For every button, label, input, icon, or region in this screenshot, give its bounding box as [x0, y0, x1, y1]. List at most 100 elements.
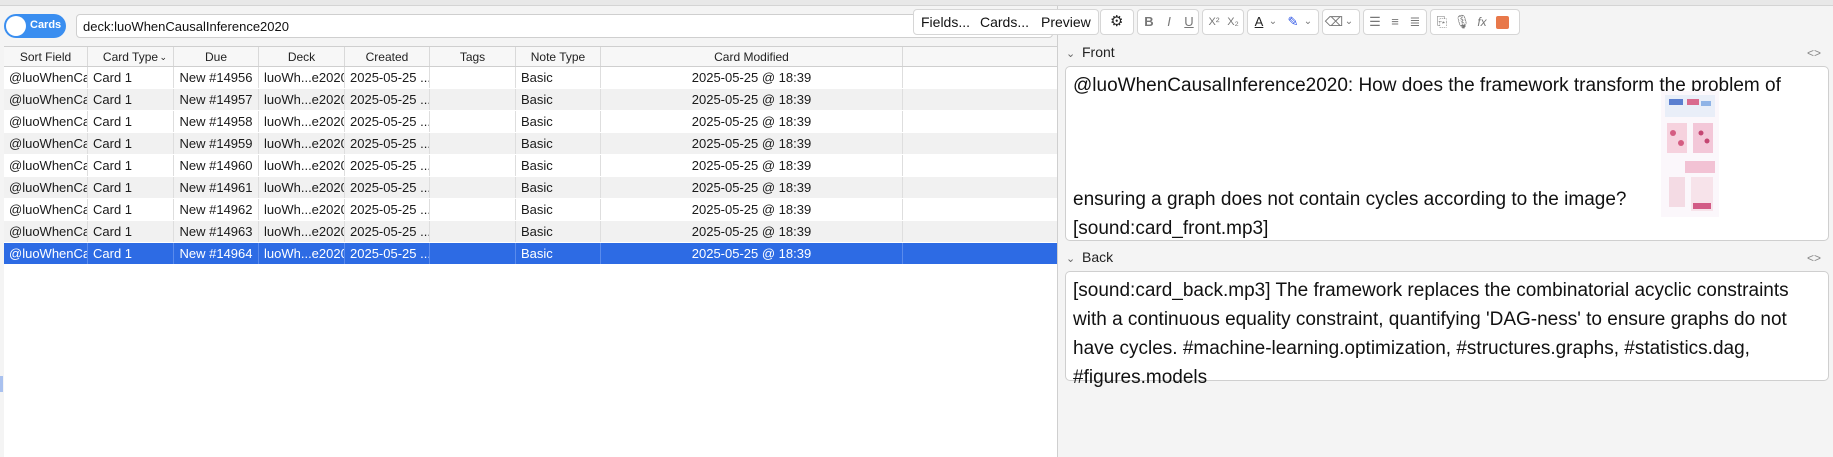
column-due[interactable]: Due — [174, 47, 259, 66]
highlight-chevron-icon[interactable]: ⌄ — [1302, 9, 1314, 35]
cell-tags — [430, 199, 516, 220]
figure-thumbnail-image[interactable] — [1661, 91, 1719, 217]
table-row[interactable]: @luoWhenCa...Card 1New #14961luoWh...e20… — [4, 177, 1057, 199]
bold-icon[interactable]: B — [1138, 9, 1160, 35]
cell-note-type: Basic — [516, 221, 601, 242]
cell-tags — [430, 89, 516, 110]
cell-card-modified: 2025-05-25 @ 18:39 — [601, 243, 903, 264]
preview-button[interactable]: Preview — [1034, 9, 1099, 35]
cell-due: New #14958 — [174, 111, 259, 132]
cell-created: 2025-05-25 ... — [345, 67, 430, 88]
front-field-header[interactable]: ⌄ Front — [1066, 44, 1115, 60]
cell-tags — [430, 155, 516, 176]
cell-tags — [430, 221, 516, 242]
column-deck[interactable]: Deck — [259, 47, 345, 66]
cell-card-modified: 2025-05-25 @ 18:39 — [601, 177, 903, 198]
back-field-header[interactable]: ⌄ Back — [1066, 249, 1113, 265]
column-card-modified[interactable]: Card Modified — [601, 47, 903, 66]
fields-button[interactable]: Fields... — [913, 9, 979, 35]
cell-card-type: Card 1 — [88, 67, 174, 88]
cell-due: New #14964 — [174, 243, 259, 264]
cards-notes-toggle[interactable]: Cards — [4, 14, 66, 38]
cell-created: 2025-05-25 ... — [345, 133, 430, 154]
cell-sort-field: @luoWhenCa... — [4, 221, 88, 242]
cell-created: 2025-05-25 ... — [345, 243, 430, 264]
highlight-icon[interactable]: ✎ — [1282, 9, 1304, 35]
back-field-editor[interactable]: [sound:card_back.mp3] The framework repl… — [1065, 271, 1829, 388]
cell-due: New #14957 — [174, 89, 259, 110]
cell-card-modified: 2025-05-25 @ 18:39 — [601, 199, 903, 220]
eraser-chevron-icon[interactable]: ⌄ — [1343, 9, 1355, 35]
numbered-list-icon[interactable]: ≡ — [1384, 9, 1406, 35]
cell-sort-field: @luoWhenCa... — [4, 67, 88, 88]
back-text: [sound:card_back.mp3] The framework repl… — [1073, 280, 1789, 388]
italic-icon[interactable]: I — [1158, 9, 1180, 35]
cell-card-type: Card 1 — [88, 243, 174, 264]
cell-sort-field: @luoWhenCa... — [4, 111, 88, 132]
table-row[interactable]: @luoWhenCa...Card 1New #14957luoWh...e20… — [4, 89, 1057, 111]
align-icon[interactable]: ≣ — [1404, 9, 1426, 35]
chevron-down-icon: ⌄ — [1066, 48, 1076, 60]
cell-sort-field: @luoWhenCa... — [4, 243, 88, 264]
cell-sort-field: @luoWhenCa... — [4, 155, 88, 176]
column-sort-field[interactable]: Sort Field — [4, 47, 88, 66]
bullet-list-icon[interactable]: ☰ — [1364, 9, 1386, 35]
cell-deck: luoWh...e2020 — [259, 221, 345, 242]
cell-created: 2025-05-25 ... — [345, 199, 430, 220]
search-query: deck:luoWhenCausalInference2020 — [83, 19, 289, 34]
table-row[interactable]: @luoWhenCa...Card 1New #14964luoWh...e20… — [4, 243, 1057, 265]
text-color-chevron-icon[interactable]: ⌄ — [1267, 9, 1279, 35]
cell-note-type: Basic — [516, 111, 601, 132]
cell-sort-field: @luoWhenCa... — [4, 89, 88, 110]
table-row[interactable]: @luoWhenCa...Card 1New #14958luoWh...e20… — [4, 111, 1057, 133]
cell-due: New #14963 — [174, 221, 259, 242]
attachment-icon[interactable]: ⎘ — [1431, 9, 1453, 35]
column-card-type[interactable]: Card Type ⌄ — [88, 47, 174, 66]
function-icon[interactable]: fx — [1471, 9, 1493, 35]
gear-icon: ⚙ — [1110, 13, 1124, 30]
front-field-editor[interactable]: @luoWhenCausalInference2020: How does th… — [1065, 66, 1829, 241]
cell-deck: luoWh...e2020 — [259, 133, 345, 154]
subscript-icon[interactable]: X₂ — [1222, 9, 1244, 35]
cell-note-type: Basic — [516, 199, 601, 220]
column-tags[interactable]: Tags — [430, 47, 516, 66]
html-toggle-icon[interactable]: <> — [1807, 251, 1821, 265]
column-created[interactable]: Created — [345, 47, 430, 66]
table-row[interactable]: @luoWhenCa...Card 1New #14956luoWh...e20… — [4, 67, 1057, 89]
gear-button[interactable]: ⚙ — [1100, 9, 1134, 35]
eraser-icon[interactable]: ⌫ — [1323, 9, 1345, 35]
cell-created: 2025-05-25 ... — [345, 89, 430, 110]
table-row[interactable]: @luoWhenCa...Card 1New #14959luoWh...e20… — [4, 133, 1057, 155]
cell-deck: luoWh...e2020 — [259, 155, 345, 176]
cell-deck: luoWh...e2020 — [259, 111, 345, 132]
table-header: Sort Field Card Type ⌄ Due Deck Created T… — [4, 47, 1057, 67]
cell-card-type: Card 1 — [88, 221, 174, 242]
toggle-label: Cards — [30, 19, 62, 31]
microphone-icon[interactable]: 🎙 — [1451, 9, 1473, 35]
cell-note-type: Basic — [516, 155, 601, 176]
cell-note-type: Basic — [516, 243, 601, 264]
cell-note-type: Basic — [516, 67, 601, 88]
cell-due: New #14961 — [174, 177, 259, 198]
table-row[interactable]: @luoWhenCa...Card 1New #14960luoWh...e20… — [4, 155, 1057, 177]
splitter-marker — [0, 376, 3, 392]
html-toggle-icon[interactable]: <> — [1807, 46, 1821, 60]
column-note-type[interactable]: Note Type — [516, 47, 601, 66]
cards-button[interactable]: Cards... — [973, 9, 1038, 35]
table-row[interactable]: @luoWhenCa...Card 1New #14963luoWh...e20… — [4, 221, 1057, 243]
cell-card-type: Card 1 — [88, 177, 174, 198]
cell-note-type: Basic — [516, 89, 601, 110]
search-input[interactable]: deck:luoWhenCausalInference2020 ⌄ — [76, 14, 1053, 38]
card-table: Sort Field Card Type ⌄ Due Deck Created T… — [4, 46, 1057, 457]
cell-sort-field: @luoWhenCa... — [4, 177, 88, 198]
table-row[interactable]: @luoWhenCa...Card 1New #14962luoWh...e20… — [4, 199, 1057, 221]
cell-due: New #14956 — [174, 67, 259, 88]
cell-sort-field: @luoWhenCa... — [4, 199, 88, 220]
column-label: Card Type — [102, 50, 159, 64]
card-browser-pane: Cards deck:luoWhenCausalInference2020 ⌄ … — [0, 6, 1058, 457]
image-occlusion-icon[interactable] — [1491, 9, 1513, 35]
underline-icon[interactable]: U — [1178, 9, 1200, 35]
cell-deck: luoWh...e2020 — [259, 89, 345, 110]
back-field-label: Back — [1082, 249, 1114, 265]
cell-card-type: Card 1 — [88, 111, 174, 132]
